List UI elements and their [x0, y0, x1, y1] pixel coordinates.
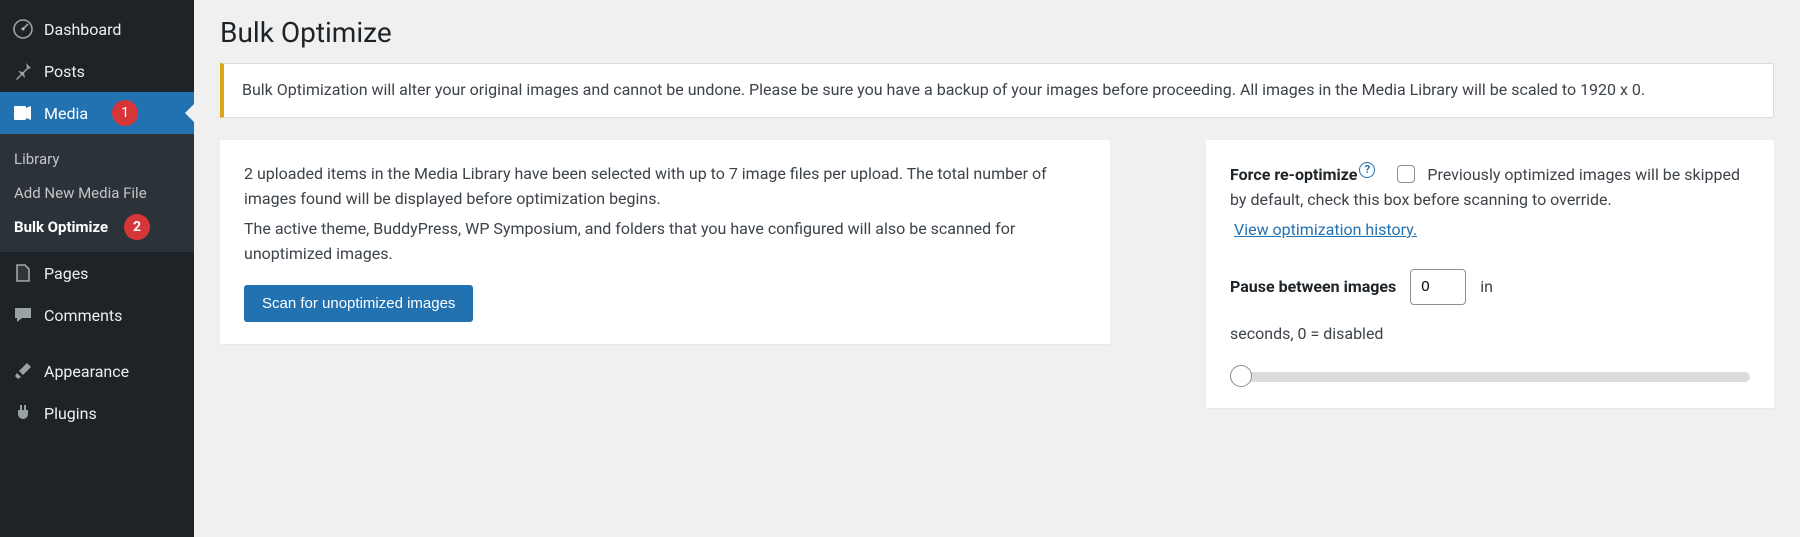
brush-icon	[12, 360, 34, 382]
pause-label: Pause between images	[1230, 274, 1396, 300]
admin-sidebar: Dashboard Posts Media 1 Library Add New …	[0, 0, 194, 537]
pages-icon	[12, 262, 34, 284]
pause-slider[interactable]	[1230, 366, 1750, 386]
notification-badge: 2	[124, 214, 150, 240]
sidebar-item-label: Pages	[44, 264, 88, 283]
sidebar-item-plugins[interactable]: Plugins	[0, 392, 194, 434]
sidebar-item-label: Comments	[44, 306, 122, 325]
comments-icon	[12, 304, 34, 326]
media-submenu: Library Add New Media File Bulk Optimize…	[0, 134, 194, 252]
force-reoptimize-row: Force re-optimize? Previously optimized …	[1230, 162, 1750, 243]
help-icon[interactable]: ?	[1359, 162, 1375, 178]
sidebar-item-label: Dashboard	[44, 20, 121, 39]
sidebar-item-media[interactable]: Media 1	[0, 92, 194, 134]
media-icon	[12, 102, 34, 124]
sidebar-item-dashboard[interactable]: Dashboard	[0, 8, 194, 50]
scan-button[interactable]: Scan for unoptimized images	[244, 285, 473, 322]
slider-thumb[interactable]	[1230, 365, 1252, 387]
page-title: Bulk Optimize	[220, 16, 1774, 49]
pin-icon	[12, 60, 34, 82]
pause-input[interactable]	[1410, 269, 1466, 305]
scan-panel: 2 uploaded items in the Media Library ha…	[220, 140, 1110, 344]
sidebar-item-posts[interactable]: Posts	[0, 50, 194, 92]
sidebar-item-pages[interactable]: Pages	[0, 252, 194, 294]
dashboard-icon	[12, 18, 34, 40]
info-text: 2 uploaded items in the Media Library ha…	[244, 162, 1086, 212]
pause-unit: in	[1480, 274, 1493, 300]
plug-icon	[12, 402, 34, 424]
submenu-item-add-new[interactable]: Add New Media File	[0, 176, 194, 210]
main-content: Bulk Optimize Bulk Optimization will alt…	[194, 0, 1800, 537]
sidebar-item-label: Media	[44, 104, 88, 123]
sidebar-item-label: Appearance	[44, 362, 129, 381]
info-text: The active theme, BuddyPress, WP Symposi…	[244, 217, 1086, 267]
force-reoptimize-checkbox[interactable]	[1397, 165, 1415, 183]
submenu-item-bulk-optimize[interactable]: Bulk Optimize 2	[0, 210, 194, 244]
history-link[interactable]: View optimization history.	[1234, 217, 1417, 243]
sidebar-item-label: Plugins	[44, 404, 97, 423]
slider-track	[1230, 372, 1750, 382]
force-label: Force re-optimize	[1230, 165, 1357, 184]
notification-badge: 1	[112, 100, 138, 126]
submenu-item-library[interactable]: Library	[0, 142, 194, 176]
sidebar-item-appearance[interactable]: Appearance	[0, 350, 194, 392]
warning-notice: Bulk Optimization will alter your origin…	[220, 63, 1774, 118]
pause-note: seconds, 0 = disabled	[1230, 321, 1750, 347]
sidebar-item-label: Posts	[44, 62, 85, 81]
options-panel: Force re-optimize? Previously optimized …	[1206, 140, 1774, 408]
pause-row: Pause between images in seconds, 0 = dis…	[1230, 269, 1750, 347]
submenu-item-label: Bulk Optimize	[14, 218, 108, 236]
sidebar-item-comments[interactable]: Comments	[0, 294, 194, 336]
